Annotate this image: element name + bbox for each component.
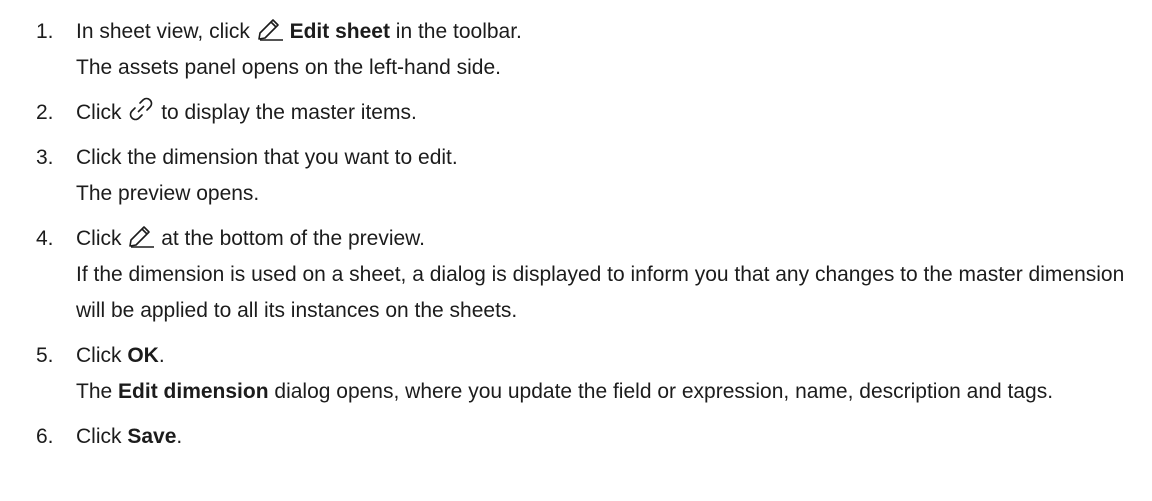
step-text: Click Save. [76, 425, 183, 448]
link-icon [127, 96, 155, 122]
step-number: 5. [36, 344, 54, 367]
step-number: 3. [36, 146, 54, 169]
step-text: Click the dimension that you want to edi… [76, 146, 458, 169]
edit-sheet-label: Edit sheet [289, 20, 390, 43]
step-number: 1. [36, 20, 54, 43]
step-number: 4. [36, 227, 54, 250]
step-text: In sheet view, click Edit sheet in the t… [76, 14, 1152, 50]
step-note: The assets panel opens on the left-hand … [76, 56, 501, 79]
pencil-icon [127, 222, 155, 248]
step-text: Click OK. [76, 344, 165, 367]
step-5: 5. Click OK. The Edit dimension dialog o… [0, 338, 1152, 410]
step-text: Click to display the master items. [76, 95, 1152, 131]
step-number: 6. [36, 425, 54, 448]
step-4: 4. Click at the bottom of the preview. I… [0, 221, 1152, 329]
step-6: 6. Click Save. [0, 419, 1152, 455]
step-text: Click at the bottom of the preview. [76, 221, 1152, 257]
edit-dimension-label: Edit dimension [118, 380, 269, 403]
step-note: The Edit dimension dialog opens, where y… [76, 380, 1054, 403]
pencil-icon [256, 15, 284, 41]
save-label: Save [127, 425, 177, 448]
step-1: 1. In sheet view, click Edit sheet in th… [0, 14, 1152, 86]
step-note: The preview opens. [76, 182, 260, 205]
step-3: 3. Click the dimension that you want to … [0, 140, 1152, 212]
step-note: If the dimension is used on a sheet, a d… [76, 263, 1125, 322]
step-number: 2. [36, 101, 54, 124]
instruction-steps: 1. In sheet view, click Edit sheet in th… [0, 0, 1152, 455]
step-2: 2. Click to display the master items. [0, 95, 1152, 131]
ok-label: OK [127, 344, 159, 367]
